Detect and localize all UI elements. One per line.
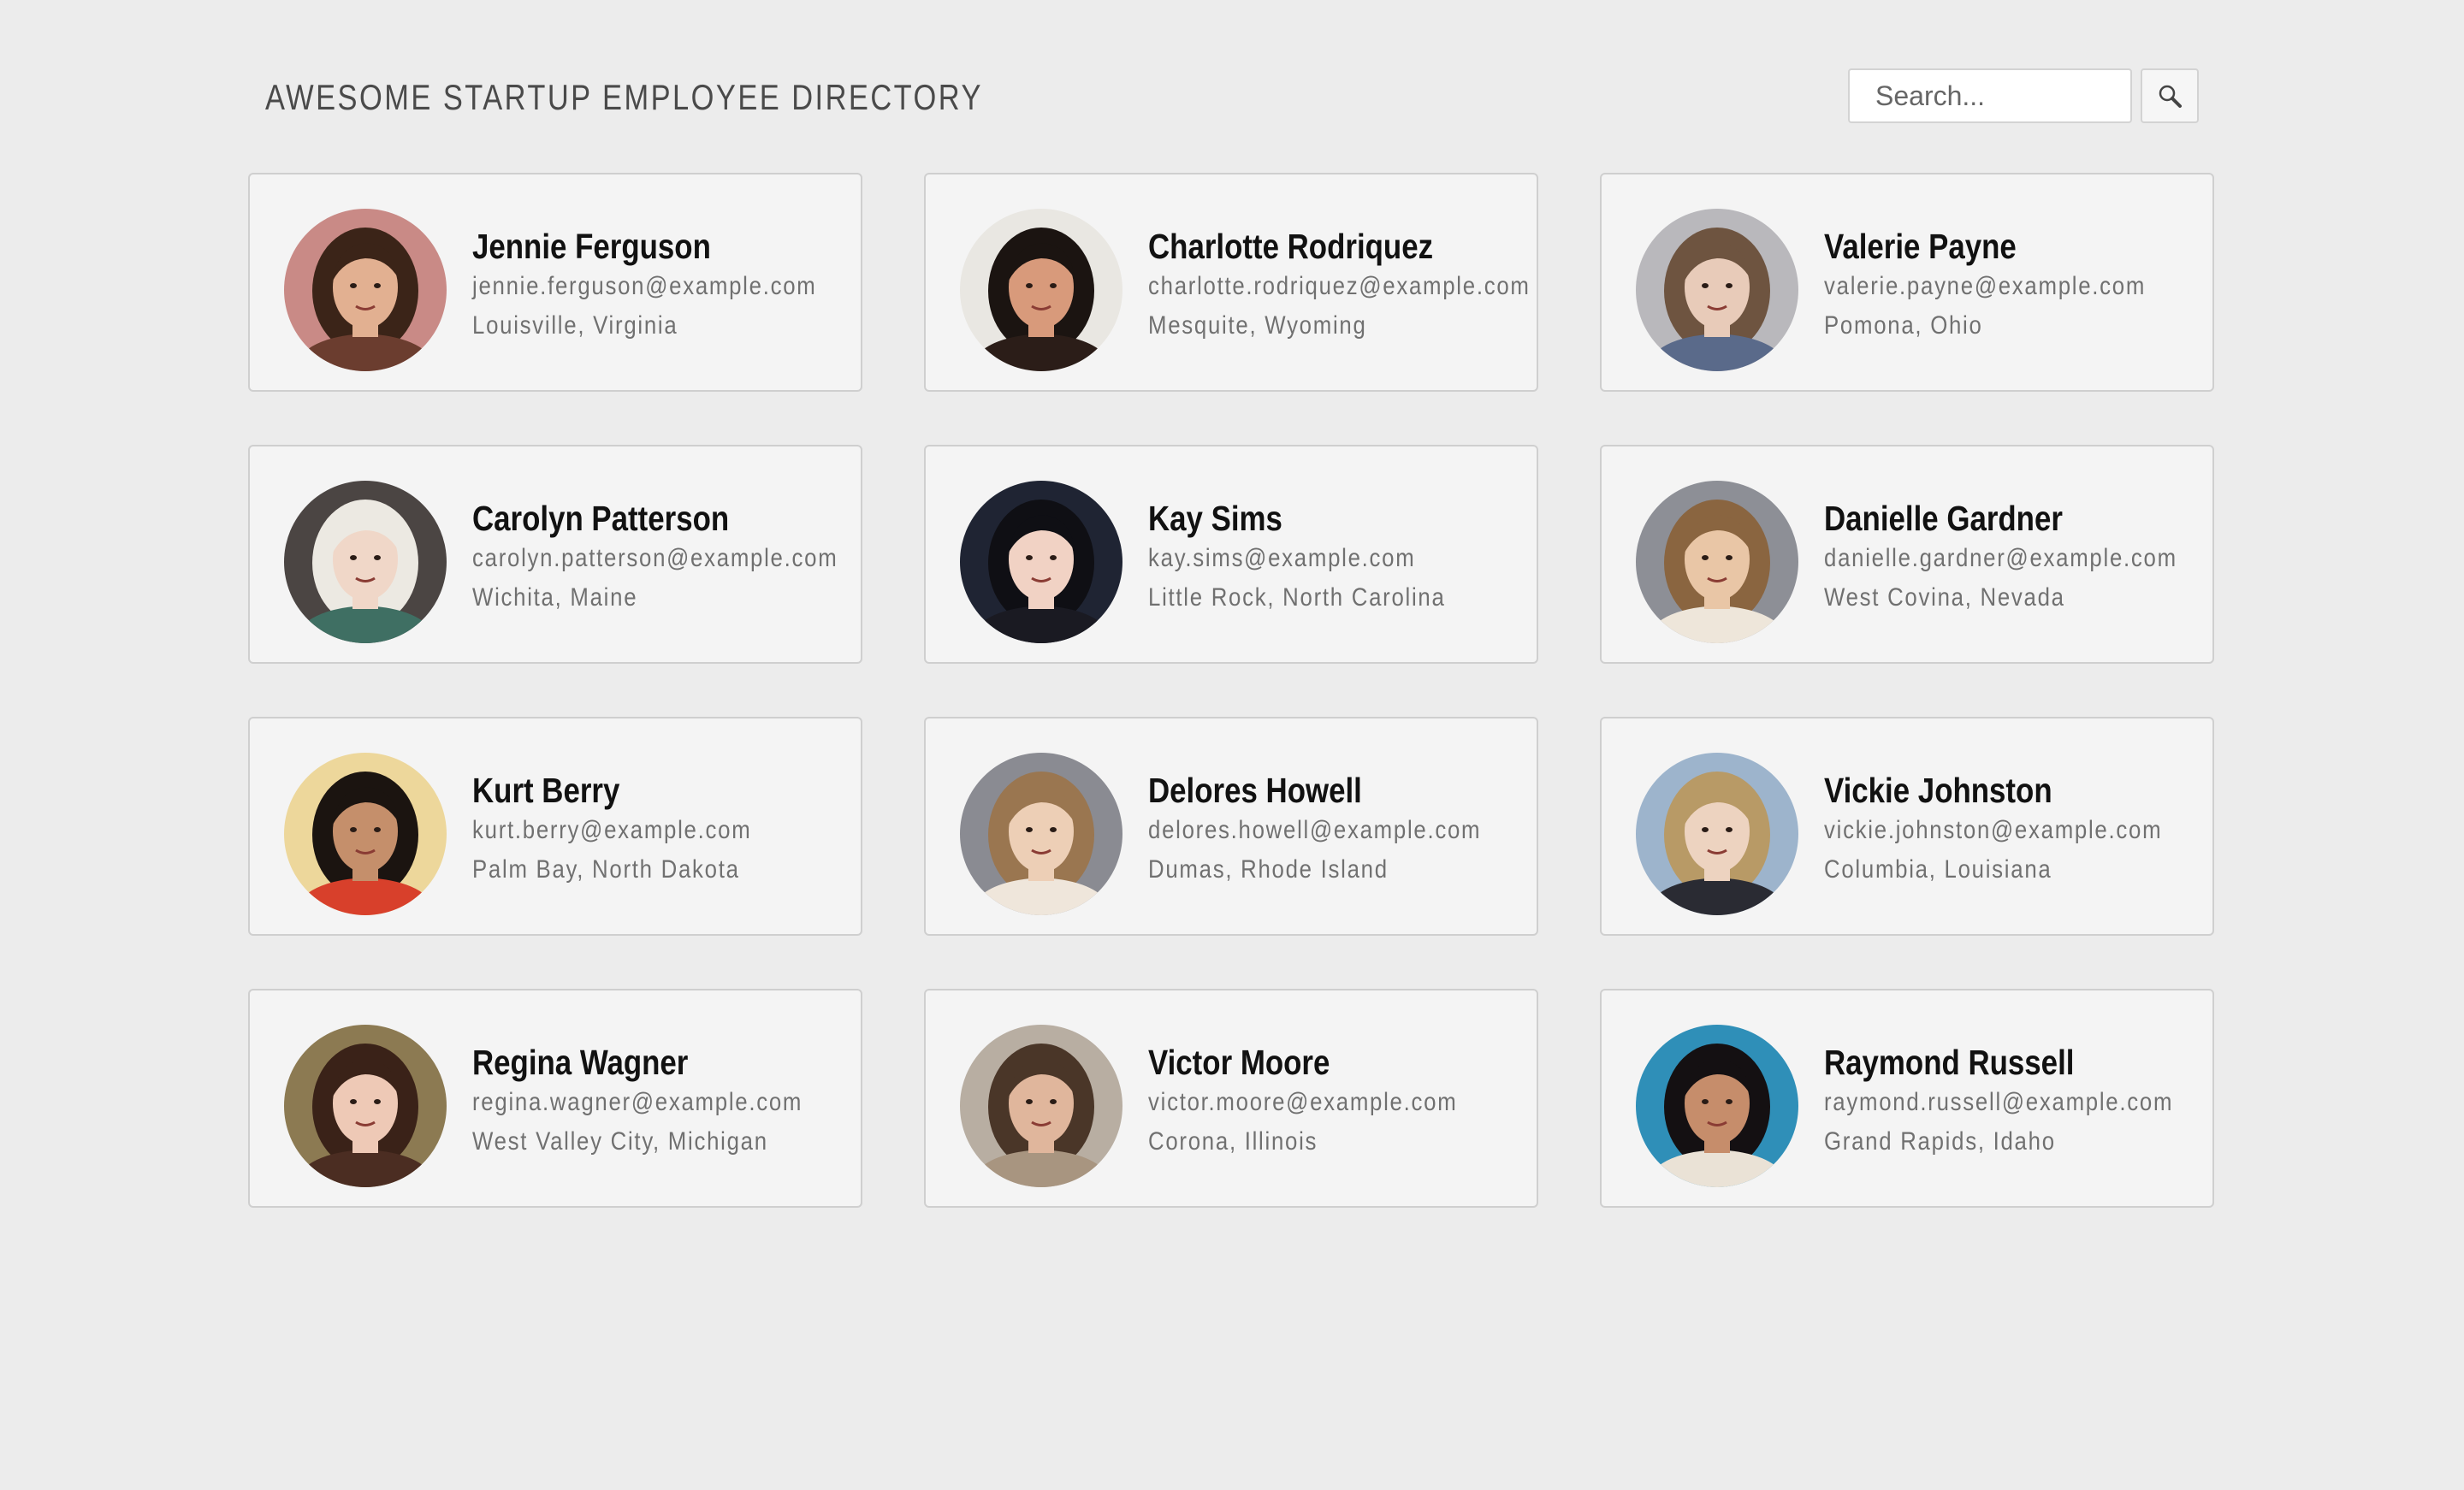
avatar bbox=[284, 481, 447, 643]
employee-email: victor.moore@example.com bbox=[1148, 1088, 1458, 1116]
employee-email: valerie.payne@example.com bbox=[1824, 272, 2147, 300]
employee-email: carolyn.patterson@example.com bbox=[472, 544, 838, 572]
employee-name: Victor Moore bbox=[1148, 1043, 1330, 1082]
employee-name: Charlotte Rodriquez bbox=[1148, 227, 1434, 266]
magnifier-icon bbox=[2159, 85, 2182, 108]
employee-name: Raymond Russell bbox=[1824, 1043, 2075, 1082]
employee-email: kurt.berry@example.com bbox=[472, 816, 752, 844]
employee-location: Pomona, Ohio bbox=[1824, 311, 1983, 340]
employee-card[interactable]: Carolyn Patterson carolyn.patterson@examp… bbox=[248, 445, 862, 664]
employee-info: Raymond Russell raymond.russell@example.c… bbox=[1824, 1042, 2207, 1162]
avatar bbox=[284, 1025, 447, 1187]
employee-email: kay.sims@example.com bbox=[1148, 544, 1416, 572]
employee-info: Kurt Berry kurt.berry@example.com Palm Bay… bbox=[472, 770, 856, 890]
employee-card[interactable]: Regina Wagner regina.wagner@example.com We… bbox=[248, 989, 862, 1208]
avatar bbox=[1636, 481, 1798, 643]
employee-info: Kay Sims kay.sims@example.com Little Rock,… bbox=[1148, 498, 1531, 618]
employee-info: Charlotte Rodriquez charlotte.rodriquez@e… bbox=[1148, 226, 1531, 346]
employee-name: Danielle Gardner bbox=[1824, 499, 2063, 538]
employee-info: Carolyn Patterson carolyn.patterson@examp… bbox=[472, 498, 856, 618]
employee-location: Mesquite, Wyoming bbox=[1148, 311, 1367, 340]
employee-email: raymond.russell@example.com bbox=[1824, 1088, 2174, 1116]
avatar bbox=[1636, 753, 1798, 915]
employee-location: Louisville, Virginia bbox=[472, 311, 678, 340]
avatar bbox=[960, 1025, 1122, 1187]
employee-card[interactable]: Danielle Gardner danielle.gardner@example… bbox=[1600, 445, 2214, 664]
employee-name: Valerie Payne bbox=[1824, 227, 2017, 266]
employee-info: Victor Moore victor.moore@example.com Coro… bbox=[1148, 1042, 1531, 1162]
employee-card[interactable]: Delores Howell delores.howell@example.com… bbox=[924, 717, 1538, 936]
employee-location: Grand Rapids, Idaho bbox=[1824, 1127, 2056, 1156]
employee-email: regina.wagner@example.com bbox=[472, 1088, 803, 1116]
employee-card[interactable]: Charlotte Rodriquez charlotte.rodriquez@e… bbox=[924, 173, 1538, 392]
employee-email: charlotte.rodriquez@example.com bbox=[1148, 272, 1531, 300]
employee-card[interactable]: Kurt Berry kurt.berry@example.com Palm Bay… bbox=[248, 717, 862, 936]
employee-location: West Valley City, Michigan bbox=[472, 1127, 768, 1156]
employee-card[interactable]: Vickie Johnston vickie.johnston@example.c… bbox=[1600, 717, 2214, 936]
employee-name: Kay Sims bbox=[1148, 499, 1282, 538]
employee-name: Kurt Berry bbox=[472, 771, 620, 810]
search-input[interactable] bbox=[1848, 68, 2132, 123]
employee-info: Danielle Gardner danielle.gardner@example… bbox=[1824, 498, 2207, 618]
avatar bbox=[960, 209, 1122, 371]
employee-info: Valerie Payne valerie.payne@example.com Po… bbox=[1824, 226, 2207, 346]
employee-card[interactable]: Raymond Russell raymond.russell@example.c… bbox=[1600, 989, 2214, 1208]
employee-email: vickie.johnston@example.com bbox=[1824, 816, 2163, 844]
directory-page: Awesome Startup Employee Directory Jenni… bbox=[0, 0, 2464, 1490]
avatar bbox=[960, 753, 1122, 915]
employee-name: Jennie Ferguson bbox=[472, 227, 711, 266]
employee-email: danielle.gardner@example.com bbox=[1824, 544, 2177, 572]
employee-card[interactable]: Victor Moore victor.moore@example.com Coro… bbox=[924, 989, 1538, 1208]
employee-location: West Covina, Nevada bbox=[1824, 583, 2065, 612]
employee-location: Corona, Illinois bbox=[1148, 1127, 1318, 1156]
employee-name: Regina Wagner bbox=[472, 1043, 689, 1082]
employee-name: Delores Howell bbox=[1148, 771, 1362, 810]
employee-location: Little Rock, North Carolina bbox=[1148, 583, 1446, 612]
employee-email: jennie.ferguson@example.com bbox=[472, 272, 817, 300]
avatar bbox=[284, 209, 447, 371]
page-title: Awesome Startup Employee Directory bbox=[265, 77, 983, 117]
employee-card[interactable]: Kay Sims kay.sims@example.com Little Rock,… bbox=[924, 445, 1538, 664]
employee-email: delores.howell@example.com bbox=[1148, 816, 1482, 844]
employee-location: Palm Bay, North Dakota bbox=[472, 855, 740, 884]
employee-card[interactable]: Valerie Payne valerie.payne@example.com Po… bbox=[1600, 173, 2214, 392]
avatar bbox=[1636, 209, 1798, 371]
avatar bbox=[284, 753, 447, 915]
employee-name: Carolyn Patterson bbox=[472, 499, 730, 538]
avatar bbox=[960, 481, 1122, 643]
employee-card[interactable]: Jennie Ferguson jennie.ferguson@example.c… bbox=[248, 173, 862, 392]
employee-name: Vickie Johnston bbox=[1824, 771, 2052, 810]
employee-info: Delores Howell delores.howell@example.com… bbox=[1148, 770, 1531, 890]
employee-info: Vickie Johnston vickie.johnston@example.c… bbox=[1824, 770, 2207, 890]
employee-location: Wichita, Maine bbox=[472, 583, 638, 612]
employee-info: Regina Wagner regina.wagner@example.com We… bbox=[472, 1042, 856, 1162]
employee-location: Dumas, Rhode Island bbox=[1148, 855, 1389, 884]
header: Awesome Startup Employee Directory bbox=[248, 68, 2216, 128]
employee-location: Columbia, Louisiana bbox=[1824, 855, 2052, 884]
avatar bbox=[1636, 1025, 1798, 1187]
search-button[interactable] bbox=[2141, 68, 2199, 123]
employee-info: Jennie Ferguson jennie.ferguson@example.c… bbox=[472, 226, 856, 346]
